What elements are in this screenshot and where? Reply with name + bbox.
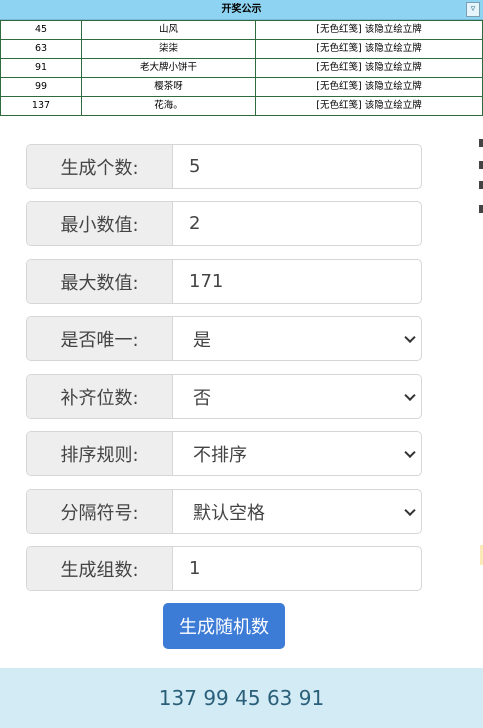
- max-label: 最大数值:: [27, 260, 173, 303]
- table-row: 91 老大牌小饼干 [无色红笺] 该隐立绘立牌: [0, 58, 483, 78]
- sort-label: 排序规则:: [27, 432, 173, 475]
- sheet-title: 开奖公示: [221, 4, 262, 15]
- cell-name: 花海。: [81, 96, 256, 116]
- sheet-header: 开奖公示 ▿: [0, 0, 483, 20]
- result-output: 137 99 45 63 91: [0, 668, 483, 728]
- cell-number: 63: [0, 39, 82, 59]
- pad-row: 补齐位数: 否: [26, 374, 422, 419]
- table-row: 45 山风 [无色红笺] 该隐立绘立牌: [0, 20, 483, 40]
- max-input[interactable]: 171: [173, 260, 421, 303]
- separator-row: 分隔符号: 默认空格: [26, 489, 422, 534]
- unique-value: 是: [193, 329, 211, 351]
- cell-number: 99: [0, 77, 82, 97]
- pad-value: 否: [193, 387, 211, 409]
- generate-button[interactable]: 生成随机数: [163, 603, 285, 649]
- chevron-down-icon: [404, 504, 416, 516]
- chevron-down-icon: [404, 446, 416, 458]
- separator-select[interactable]: 默认空格: [173, 490, 421, 533]
- cell-prize: [无色红笺] 该隐立绘立牌: [255, 77, 483, 97]
- groups-input[interactable]: 1: [173, 547, 421, 590]
- chevron-down-icon: [404, 389, 416, 401]
- count-row: 生成个数: 5: [26, 144, 422, 189]
- cell-number: 45: [0, 20, 82, 40]
- sort-row: 排序规则: 不排序: [26, 431, 422, 476]
- pad-select[interactable]: 否: [173, 375, 421, 418]
- sort-select[interactable]: 不排序: [173, 432, 421, 475]
- edge-marks: [479, 125, 483, 725]
- groups-row: 生成组数: 1: [26, 546, 422, 591]
- groups-label: 生成组数:: [27, 547, 173, 590]
- cell-prize: [无色红笺] 该隐立绘立牌: [255, 39, 483, 59]
- cell-number: 91: [0, 58, 82, 78]
- chevron-down-icon: [404, 331, 416, 343]
- count-label: 生成个数:: [27, 145, 173, 188]
- cell-prize: [无色红笺] 该隐立绘立牌: [255, 20, 483, 40]
- cell-name: 山风: [81, 20, 256, 40]
- table-row: 99 樱茶呀 [无色红笺] 该隐立绘立牌: [0, 77, 483, 97]
- table-row: 63 柒柒 [无色红笺] 该隐立绘立牌: [0, 39, 483, 59]
- pad-label: 补齐位数:: [27, 375, 173, 418]
- sort-value: 不排序: [193, 444, 247, 466]
- table-row: 137 花海。 [无色红笺] 该隐立绘立牌: [0, 96, 483, 116]
- unique-row: 是否唯一: 是: [26, 316, 422, 361]
- unique-select[interactable]: 是: [173, 317, 421, 360]
- min-input[interactable]: 2: [173, 202, 421, 245]
- cell-number: 137: [0, 96, 82, 116]
- cell-name: 樱茶呀: [81, 77, 256, 97]
- separator-value: 默认空格: [193, 502, 265, 524]
- min-label: 最小数值:: [27, 202, 173, 245]
- lottery-table: 45 山风 [无色红笺] 该隐立绘立牌 63 柒柒 [无色红笺] 该隐立绘立牌 …: [0, 20, 483, 116]
- cell-name: 柒柒: [81, 39, 256, 59]
- min-row: 最小数值: 2: [26, 201, 422, 246]
- count-input[interactable]: 5: [173, 145, 421, 188]
- result-sheet: 开奖公示 ▿ 45 山风 [无色红笺] 该隐立绘立牌 63 柒柒 [无色红笺] …: [0, 0, 483, 116]
- cell-name: 老大牌小饼干: [81, 58, 256, 78]
- cell-prize: [无色红笺] 该隐立绘立牌: [255, 58, 483, 78]
- max-row: 最大数值: 171: [26, 259, 422, 304]
- cell-prize: [无色红笺] 该隐立绘立牌: [255, 96, 483, 116]
- filter-icon[interactable]: ▿: [466, 2, 480, 17]
- unique-label: 是否唯一:: [27, 317, 173, 360]
- result-text: 137 99 45 63 91: [158, 686, 325, 710]
- separator-label: 分隔符号:: [27, 490, 173, 533]
